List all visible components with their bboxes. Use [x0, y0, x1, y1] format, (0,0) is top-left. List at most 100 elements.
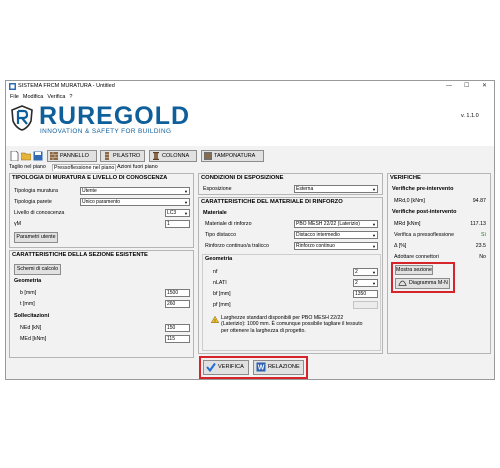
chevron-down-icon: ▼	[372, 187, 376, 192]
bf-label: bf [mm]	[213, 291, 231, 297]
verifiche-post-title: Verifiche post-intervento	[392, 209, 457, 215]
gamma-m-label: γM	[14, 221, 22, 227]
rinforzo-continuo-select[interactable]: Rinforzo continuo ▼	[294, 242, 378, 250]
app-window: SISTEMA FRCM MURATURA - Untitled — ☐ ✕ F…	[5, 80, 495, 380]
tab-pressoflessione[interactable]: Pressoflessione nel piano	[52, 164, 117, 171]
column-icon	[153, 151, 159, 160]
rinforzo-geometria-title: Geometria	[205, 256, 233, 262]
tipologia-panel: TIPOLOGIA DI MURATURA E LIVELLO DI CONOS…	[9, 173, 194, 248]
esposizione-title: CONDIZIONI DI ESPOSIZIONE	[201, 175, 284, 181]
materiale-rinforzo-label: Materiale di rinforzo	[205, 221, 252, 227]
highlight-box-verifiche	[391, 262, 455, 293]
med-input[interactable]: 115	[165, 335, 190, 343]
svg-text:!: !	[214, 318, 215, 323]
tipo-distacco-select[interactable]: Distacco intermedio ▼	[294, 231, 378, 239]
tipologia-parete-select[interactable]: Unico paramento ▼	[80, 198, 190, 206]
verifiche-title: VERIFICHE	[390, 175, 421, 181]
esposizione-label: Esposizione	[203, 186, 232, 192]
brand-header: RUREGOLD INNOVATION & SAFETY FOR BUILDIN…	[6, 102, 494, 146]
chevron-down-icon: ▼	[184, 200, 188, 205]
verifica-pressoflessione-label: Verifica a pressoflessione	[394, 232, 455, 238]
tab-taglio[interactable]: Taglio nel piano	[9, 164, 46, 170]
delta-value: 23.5	[475, 243, 486, 249]
menu-bar: File Modifica Verifica?	[6, 92, 494, 102]
folder-icon[interactable]	[21, 151, 31, 161]
b-input[interactable]: 1500	[165, 289, 190, 297]
med-label: MEd [kNm]	[20, 336, 47, 342]
livello-conoscenza-label: Livello di conoscenza	[14, 210, 65, 216]
esposizione-panel: CONDIZIONI DI ESPOSIZIONE Esposizione Es…	[198, 173, 383, 195]
rinforzo-geometria-group: Geometria nf 2 ▼ nLATI 2 ▼ bf [mm] 1350 pf…	[202, 254, 381, 351]
verifica-pressoflessione-value: Sì	[480, 232, 486, 238]
t-input[interactable]: 260	[165, 300, 190, 308]
tamponatura-button[interactable]: TAMPONATURA	[201, 150, 264, 162]
chevron-down-icon: ▼	[184, 211, 188, 216]
rinforzo-continuo-label: Rinforzo continuo/a tralicco	[205, 243, 269, 249]
window-title: SISTEMA FRCM MURATURA - Untitled	[18, 83, 115, 89]
nf-select[interactable]: 2 ▼	[353, 268, 378, 276]
sollecitazioni-title: Sollecitazioni	[14, 313, 50, 319]
nlati-label: nLATI	[213, 280, 227, 286]
document-icon[interactable]	[10, 151, 19, 161]
materiale-rinforzo-select[interactable]: PBO MESH 22/22 (Laterizio) ▼	[294, 220, 378, 228]
gamma-m-input[interactable]: 1	[165, 220, 190, 228]
mrd0-label: MRd,0 [kNm]	[394, 198, 425, 204]
pf-label: pf [mm]	[213, 302, 231, 308]
highlight-box-actions	[199, 356, 308, 379]
pf-input[interactable]	[353, 301, 378, 309]
pillar-icon	[105, 151, 109, 160]
close-button[interactable]: ✕	[482, 81, 487, 92]
save-icon[interactable]	[33, 151, 43, 161]
livello-conoscenza-select[interactable]: LC3 ▼	[165, 209, 190, 217]
ned-label: NEd [kN]	[20, 325, 42, 331]
rinforzo-panel: CARATTERISTICHE DEL MATERIALE DI RINFORZ…	[198, 197, 383, 354]
warning-text: Larghezze standard disponibili per PBO M…	[221, 315, 363, 334]
version-label: v. 1.1.0	[461, 113, 479, 119]
chevron-down-icon: ▼	[372, 233, 376, 238]
schemi-calcolo-button[interactable]: Schemi di calcolo	[14, 264, 61, 275]
menu-verifica[interactable]: Verifica	[47, 94, 65, 100]
chevron-down-icon: ▼	[184, 189, 188, 194]
brand-logo-text: RUREGOLD	[39, 102, 191, 130]
nf-label: nf	[213, 269, 218, 275]
t-label: t [mm]	[20, 301, 35, 307]
rinforzo-title: CARATTERISTICHE DEL MATERIALE DI RINFORZ…	[201, 199, 343, 205]
pannello-button[interactable]: PANNELLO	[47, 150, 97, 162]
menu-modifica[interactable]: Modifica	[23, 94, 43, 100]
tipologia-muratura-label: Tipologia muratura	[14, 188, 58, 194]
menu-file[interactable]: File	[10, 94, 19, 100]
adottare-connettori-label: Adottare connettori	[394, 254, 439, 260]
verifiche-panel: VERIFICHE Verifiche pre-intervento MRd,0…	[387, 173, 491, 354]
menu-help[interactable]: ?	[69, 94, 72, 100]
tipo-distacco-label: Tipo distacco	[205, 232, 237, 238]
b-label: b [mm]	[20, 290, 37, 296]
maximize-button[interactable]: ☐	[464, 81, 469, 92]
brand-tagline: INNOVATION & SAFETY FOR BUILDING	[40, 128, 172, 135]
chevron-down-icon: ▼	[372, 270, 376, 275]
warning-icon: !	[211, 316, 219, 323]
app-icon	[9, 83, 16, 90]
infill-icon	[204, 151, 212, 160]
delta-label: Δ [%]	[394, 243, 407, 249]
parametri-utente-button[interactable]: Parametri utente	[14, 232, 58, 243]
verifiche-pre-title: Verifiche pre-intervento	[392, 186, 454, 192]
mrd0-value: 94.87	[472, 198, 486, 204]
chevron-down-icon: ▼	[372, 281, 376, 286]
geometria-title: Geometria	[14, 278, 42, 284]
ned-input[interactable]: 150	[165, 324, 190, 332]
esposizione-select[interactable]: Esterna ▼	[294, 185, 378, 193]
pilastro-button[interactable]: PILASTRO	[100, 150, 145, 162]
minimize-button[interactable]: —	[446, 81, 452, 92]
colonna-button[interactable]: COLONNA	[149, 150, 197, 162]
bf-input[interactable]: 1350	[353, 290, 378, 298]
tipologia-parete-label: Tipologia parete	[14, 199, 52, 205]
title-bar: SISTEMA FRCM MURATURA - Untitled — ☐ ✕	[6, 81, 494, 92]
tipologia-muratura-select[interactable]: Utente ▼	[80, 187, 190, 195]
tab-azioni-fuori-piano[interactable]: Azioni fuori piano	[117, 164, 158, 170]
panel-icon	[50, 151, 58, 160]
mrd-value: 117.13	[470, 221, 486, 227]
mrd-label: MRd [kNm]	[394, 221, 421, 227]
nlati-select[interactable]: 2 ▼	[353, 279, 378, 287]
chevron-down-icon: ▼	[372, 244, 376, 249]
adottare-connettori-value: No	[479, 254, 486, 260]
